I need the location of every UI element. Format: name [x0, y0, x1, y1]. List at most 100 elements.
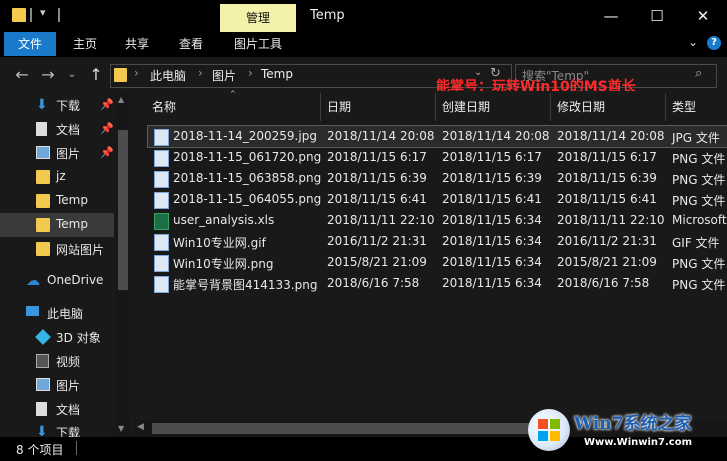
- breadcrumb-temp[interactable]: Temp: [261, 67, 293, 81]
- column-header-created[interactable]: 创建日期: [442, 98, 490, 115]
- file-name: Win10专业网.gif: [173, 236, 266, 250]
- column-divider[interactable]: [665, 93, 666, 121]
- column-divider[interactable]: [435, 93, 436, 121]
- scroll-down-icon[interactable]: ▼: [118, 424, 124, 433]
- breadcrumb-pictures[interactable]: 图片: [212, 67, 236, 84]
- file-name: 2018-11-14_200259.jpg: [173, 129, 317, 143]
- document-icon: [36, 122, 47, 136]
- nav-item-temp-selected[interactable]: Temp: [0, 213, 114, 237]
- nav-item-videos[interactable]: 视频: [0, 349, 114, 373]
- back-icon[interactable]: ←: [12, 64, 32, 84]
- column-header-name[interactable]: 名称: [152, 98, 176, 115]
- download-icon: ⬇: [36, 97, 48, 113]
- table-row[interactable]: user_analysis.xls 2018/11/11 22:10 2018/…: [148, 210, 727, 231]
- folder-icon: [36, 194, 50, 208]
- tab-view[interactable]: 查看: [168, 32, 214, 56]
- file-date: 2016/11/2 21:31: [327, 234, 427, 248]
- recent-locations-icon[interactable]: ⌄: [62, 64, 82, 84]
- nav-item-label: 图片: [56, 147, 81, 161]
- file-name: 2018-11-15_064055.png: [173, 192, 322, 206]
- status-item-count: 8 个项目: [16, 443, 64, 457]
- up-icon[interactable]: ↑: [86, 64, 106, 84]
- nav-item-label: 3D 对象: [56, 331, 101, 345]
- table-row[interactable]: 2018-11-15_061720.png 2018/11/15 6:17 20…: [148, 147, 727, 168]
- pin-icon: 📌: [100, 146, 114, 159]
- nav-item-label: 网站图片: [56, 243, 105, 257]
- nav-item-label: jz: [56, 169, 66, 183]
- column-header-type[interactable]: 类型: [672, 98, 696, 115]
- breadcrumb-separator-icon: ›: [134, 66, 139, 80]
- maximize-icon[interactable]: ☐: [634, 0, 680, 32]
- folder-icon: [12, 8, 26, 22]
- pictures-icon: [36, 146, 50, 159]
- forward-icon[interactable]: →: [38, 64, 58, 84]
- minimize-icon[interactable]: —: [588, 0, 634, 32]
- pin-icon: 📌: [100, 122, 114, 135]
- table-row[interactable]: 2018-11-15_063858.png 2018/11/15 6:39 20…: [148, 168, 727, 189]
- table-row[interactable]: 2018-11-15_064055.png 2018/11/15 6:41 20…: [148, 189, 727, 210]
- file-modified: 2016/11/2 21:31: [557, 234, 657, 248]
- nav-item-onedrive[interactable]: ☁ OneDrive: [0, 269, 114, 293]
- file-name: 2018-11-15_061720.png: [173, 150, 322, 164]
- breadcrumb-this-pc[interactable]: 此电脑: [150, 67, 186, 84]
- file-type: JPG 文件: [672, 131, 720, 145]
- file-modified: 2018/11/11 22:10: [557, 213, 665, 227]
- file-name: 2018-11-15_063858.png: [173, 171, 322, 185]
- tab-home[interactable]: 主页: [62, 32, 108, 56]
- folder-icon: [36, 218, 50, 232]
- nav-item-pictures[interactable]: 图片 📌: [0, 141, 114, 165]
- search-icon[interactable]: ⌕: [695, 66, 702, 81]
- tab-picture-tools[interactable]: 图片工具: [226, 32, 290, 56]
- column-divider[interactable]: [550, 93, 551, 121]
- pin-icon: 📌: [100, 98, 114, 111]
- nav-item-documents[interactable]: 文档 📌: [0, 117, 114, 141]
- file-modified: 2018/6/16 7:58: [557, 276, 650, 290]
- column-header-modified[interactable]: 修改日期: [557, 98, 605, 115]
- close-icon[interactable]: ✕: [680, 0, 726, 32]
- nav-item-downloads-pc[interactable]: ⬇ 下载: [0, 420, 114, 437]
- file-modified: 2018/11/15 6:41: [557, 192, 657, 206]
- tab-file[interactable]: 文件: [4, 32, 56, 56]
- folder-icon: [114, 68, 127, 82]
- file-date: 2018/11/15 6:41: [327, 192, 427, 206]
- table-row[interactable]: 2018-11-14_200259.jpg 2018/11/14 20:08 2…: [147, 125, 727, 148]
- ribbon-expand-icon[interactable]: ⌄: [688, 35, 698, 49]
- logo-brand-text: Win7系统之家: [574, 414, 692, 434]
- help-icon[interactable]: ?: [707, 36, 721, 50]
- file-created: 2018/11/15 6:41: [442, 192, 542, 206]
- cloud-icon: ☁: [26, 273, 40, 289]
- column-divider[interactable]: [320, 93, 321, 121]
- file-modified: 2018/11/15 6:39: [557, 171, 657, 185]
- file-date: 2018/11/14 20:08: [327, 129, 435, 143]
- scroll-up-icon[interactable]: ▲: [118, 95, 124, 104]
- file-created: 2018/11/15 6:34: [442, 276, 542, 290]
- pictures-icon: [36, 378, 50, 391]
- nav-item-documents-pc[interactable]: 文档: [0, 397, 114, 421]
- scroll-left-icon[interactable]: ◀: [137, 422, 144, 432]
- qat-dropdown-icon[interactable]: ▾: [40, 6, 46, 19]
- nav-item-downloads[interactable]: ⬇ 下载 📌: [0, 93, 114, 117]
- quick-access-divider: [30, 8, 32, 22]
- nav-scrollbar-thumb[interactable]: [118, 130, 128, 290]
- context-tab-manage[interactable]: 管理: [220, 4, 296, 32]
- pc-icon: [26, 306, 39, 316]
- file-date: 2018/11/15 6:39: [327, 171, 427, 185]
- table-row[interactable]: 能掌号背景图414133.png 2018/6/16 7:58 2018/11/…: [148, 273, 727, 294]
- nav-item-web-images[interactable]: 网站图片: [0, 237, 114, 261]
- nav-item-jz[interactable]: jz: [0, 165, 114, 189]
- nav-item-3d-objects[interactable]: 3D 对象: [0, 325, 114, 349]
- horizontal-scrollbar-thumb[interactable]: [152, 423, 530, 434]
- file-modified: 2018/11/14 20:08: [557, 129, 665, 143]
- table-row[interactable]: Win10专业网.gif 2016/11/2 21:31 2018/11/15 …: [148, 231, 727, 252]
- column-header-date[interactable]: 日期: [327, 98, 351, 115]
- tab-share[interactable]: 共享: [114, 32, 160, 56]
- file-type: PNG 文件: [672, 257, 726, 271]
- sort-ascending-icon: ⌃: [229, 90, 237, 100]
- file-type: PNG 文件: [672, 152, 726, 166]
- table-row[interactable]: Win10专业网.png 2015/8/21 21:09 2018/11/15 …: [148, 252, 727, 273]
- nav-item-this-pc[interactable]: 此电脑: [0, 301, 114, 325]
- nav-item-pictures-pc[interactable]: 图片: [0, 373, 114, 397]
- nav-item-temp-1[interactable]: Temp: [0, 189, 114, 213]
- image-file-icon: [154, 129, 169, 146]
- file-date: 2018/11/15 6:17: [327, 150, 427, 164]
